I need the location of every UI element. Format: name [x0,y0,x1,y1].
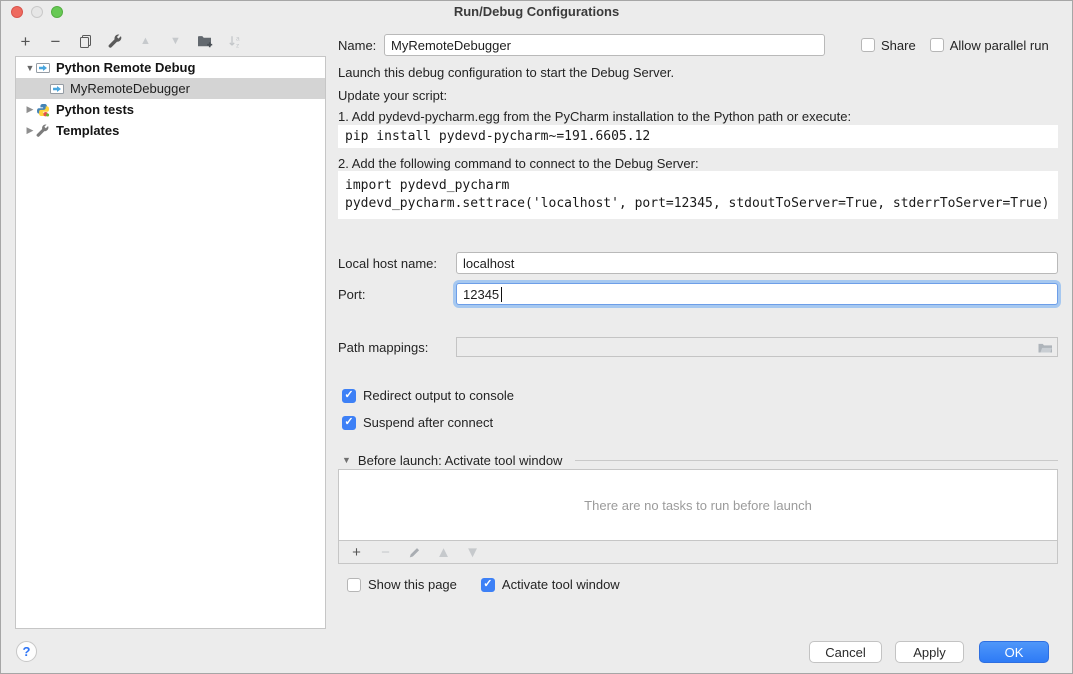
ok-button[interactable]: OK [979,641,1049,663]
tree-item-myremotedebugger[interactable]: MyRemoteDebugger [16,78,325,99]
move-task-down-icon: ▼ [464,544,481,561]
allow-parallel-run-checkbox[interactable] [930,38,944,52]
tree-item-python-remote-debug[interactable]: ▼ Python Remote Debug [16,57,325,78]
edit-defaults-wrench-icon[interactable] [107,33,124,50]
window-title: Run/Debug Configurations [1,4,1072,19]
before-launch-section-header[interactable]: ▼ Before launch: Activate tool window [338,452,1058,468]
name-label: Name: [338,38,384,53]
redirect-output-checkbox[interactable]: ✓ [342,389,356,403]
redirect-output-label: Redirect output to console [363,388,514,403]
path-mappings-input[interactable] [456,337,1058,357]
chevron-right-icon[interactable]: ▶ [24,125,36,136]
text-caret [501,287,502,302]
svg-text:a: a [236,35,240,42]
chevron-right-icon[interactable]: ▶ [24,104,36,115]
titlebar: Run/Debug Configurations [1,1,1072,23]
before-launch-tasks-panel: There are no tasks to run before launch … [338,469,1058,564]
settrace-code-block[interactable]: import pydevd_pycharm pydevd_pycharm.set… [338,171,1058,219]
show-this-page-checkbox[interactable] [347,578,361,592]
port-input[interactable] [456,283,1058,305]
suspend-after-connect-checkbox[interactable]: ✓ [342,416,356,430]
share-label: Share [881,38,916,53]
move-task-up-icon: ▲ [435,544,452,561]
svg-text:z: z [236,42,239,49]
intro-text-line1: Launch this debug configuration to start… [338,65,674,80]
chevron-down-icon[interactable]: ▼ [342,455,351,465]
activate-tool-window-checkbox[interactable]: ✓ [481,578,495,592]
section-divider [575,460,1058,461]
step1-text: 1. Add pydevd-pycharm.egg from the PyCha… [338,109,851,124]
local-host-name-label: Local host name: [338,256,456,271]
move-up-icon: ▲ [137,33,154,50]
tasks-toolbar: + − ▲ ▼ [339,540,1057,563]
suspend-after-connect-label: Suspend after connect [363,415,493,430]
cancel-button[interactable]: Cancel [809,641,882,663]
run-debug-configurations-dialog: Run/Debug Configurations + − ▲ ▼ az ▼ Py… [0,0,1073,674]
name-input[interactable] [384,34,825,56]
add-configuration-icon[interactable]: + [17,33,34,50]
copy-configuration-icon[interactable] [77,33,94,50]
pip-command-block[interactable]: pip install pydevd-pycharm~=191.6605.12 [338,125,1058,148]
help-button[interactable]: ? [16,641,37,662]
code-line-settrace: pydevd_pycharm.settrace('localhost', por… [345,195,1058,213]
tree-item-python-tests[interactable]: ▶ Python tests [16,99,325,120]
share-checkbox[interactable] [861,38,875,52]
code-line-import: import pydevd_pycharm [345,177,1058,195]
wrench-icon [36,124,51,138]
configurations-tree: ▼ Python Remote Debug MyRemoteDebugger ▶… [15,56,326,629]
tasks-empty-area[interactable]: There are no tasks to run before launch [339,470,1057,540]
tree-item-label: Templates [56,123,119,138]
remote-debug-config-icon [50,82,65,96]
edit-task-pencil-icon [406,544,423,561]
remove-task-icon: − [377,544,394,561]
browse-folder-icon[interactable] [1037,341,1053,357]
intro-text-line2: Update your script: [338,88,447,103]
remove-configuration-icon[interactable]: − [47,33,64,50]
step2-text: 2. Add the following command to connect … [338,156,699,171]
path-mappings-label: Path mappings: [338,340,456,355]
tree-item-templates[interactable]: ▶ Templates [16,120,325,141]
new-folder-icon[interactable] [197,33,214,50]
tree-item-label: Python Remote Debug [56,60,195,75]
add-task-icon[interactable]: + [348,544,365,561]
allow-parallel-run-label: Allow parallel run [950,38,1049,53]
sort-configurations-icon: az [227,33,244,50]
configuration-editor: Name: Share Allow parallel run Launch th… [338,29,1058,641]
pip-command-text: pip install pydevd-pycharm~=191.6605.12 [345,129,650,144]
activate-tool-window-label: Activate tool window [502,577,620,592]
python-tests-icon [36,103,51,117]
chevron-down-icon[interactable]: ▼ [24,63,36,73]
configurations-toolbar: + − ▲ ▼ az [17,31,244,51]
remote-debug-config-icon [36,61,51,75]
tree-item-label: MyRemoteDebugger [70,81,190,96]
local-host-name-input[interactable] [456,252,1058,274]
port-label: Port: [338,287,456,302]
tasks-empty-text: There are no tasks to run before launch [584,498,812,513]
before-launch-title: Before launch: Activate tool window [358,453,563,468]
tree-item-label: Python tests [56,102,134,117]
move-down-icon: ▼ [167,33,184,50]
show-this-page-label: Show this page [368,577,457,592]
apply-button[interactable]: Apply [895,641,964,663]
